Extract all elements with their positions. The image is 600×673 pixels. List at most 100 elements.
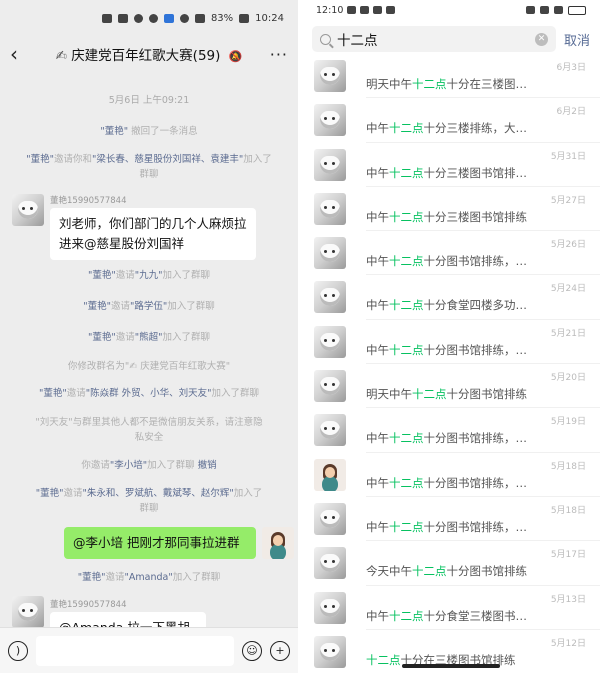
user-link[interactable]: "梁长春、慈星股份刘国祥、袁建丰" — [92, 154, 243, 165]
result-snippet: 中午十二点十分三楼图书馆排练 — [366, 209, 586, 225]
search-result-item[interactable]: 6月2日 中午十二点十分三楼排练，大… — [302, 98, 600, 143]
snippet-text: 十分图书馆排练，… — [423, 519, 528, 534]
snippet-highlight: 十二点 — [389, 254, 424, 269]
message-list[interactable]: 5月6日 上午09:21 "董艳" 撤回了一条消息 "董艳"邀请你和"梁长春、慈… — [0, 80, 298, 628]
sender-name: 董艳15990577844 — [50, 196, 127, 206]
snippet-text: 十分图书馆排练 — [446, 387, 528, 402]
system-text: 加入了群聊 — [162, 270, 211, 281]
avatar[interactable] — [12, 194, 44, 226]
search-results: 6月3日 明天中午十二点十分在三楼图… 6月2日 中午十二点十分三楼排练，大… 5月31… — [302, 54, 600, 673]
user-link[interactable]: "九九" — [135, 270, 163, 281]
message-text: 刘老师，你们部门的几个人麻烦拉 — [59, 216, 247, 231]
snippet-text: 十分三楼图书馆排练 — [423, 209, 528, 224]
more-icon[interactable]: ··· — [248, 45, 288, 64]
avatar — [314, 60, 346, 92]
snippet-text: 中午 — [366, 209, 389, 224]
user-link[interactable]: "董艳" — [83, 301, 111, 312]
search-result-item[interactable]: 5月13日 中午十二点十分食堂三楼图书… — [302, 586, 600, 630]
result-snippet: 今天中午十二点十分图书馆排练 — [366, 563, 586, 579]
message-text: @李小培 把刚才那同事拉进群 — [73, 535, 240, 550]
user-link[interactable]: "Amanda" — [125, 572, 173, 583]
app-icon — [386, 6, 396, 14]
result-date: 5月21日 — [550, 328, 586, 339]
voice-icon[interactable]: ) — [8, 640, 28, 661]
search-result-item[interactable]: 5月21日 中午十二点十分图书馆排练，… — [302, 320, 600, 365]
snippet-text: 十分食堂四楼多功… — [423, 298, 528, 313]
snippet-highlight: 十二点 — [389, 475, 424, 490]
user-link[interactable]: "董艳" — [26, 154, 54, 165]
user-link[interactable]: "董艳" — [78, 572, 106, 583]
snippet-highlight: 十二点 — [389, 209, 424, 224]
system-text: 邀请 — [115, 332, 135, 343]
system-text: 邀请 — [63, 488, 83, 499]
result-date: 6月2日 — [556, 107, 586, 118]
snippet-highlight: 十二点 — [366, 652, 401, 667]
result-snippet: 中午十二点十分图书馆排练，… — [366, 430, 586, 446]
message-text: 进来@慈星股份刘国祥 — [59, 236, 185, 251]
snippet-text: 十分图书馆排练，… — [423, 431, 528, 446]
snippet-text: 十分图书馆排练 — [446, 564, 528, 579]
snippet-highlight: 十二点 — [412, 564, 447, 579]
plus-icon[interactable]: + — [270, 640, 290, 661]
search-result-item[interactable]: 5月24日 中午十二点十分食堂四楼多功… — [302, 275, 600, 320]
message-bubble[interactable]: @Amanda 拉一下黑胡东 — [50, 612, 206, 628]
search-result-item[interactable]: 6月3日 明天中午十二点十分在三楼图… — [302, 54, 600, 99]
user-link[interactable]: "李小培" — [110, 460, 147, 471]
result-snippet: 明天中午十二点十分在三楼图… — [366, 76, 586, 92]
battery-percent: 83% — [210, 12, 234, 24]
system-text: 加入了 — [233, 488, 263, 499]
user-link[interactable]: "董艳" — [36, 488, 64, 499]
sender-name: 董艳15990577844 — [50, 600, 127, 610]
user-link[interactable]: "朱永和、罗斌航、戴斌琴、赵尔辉" — [83, 488, 234, 499]
signal-icon — [117, 13, 128, 23]
search-input[interactable]: 十二点 ✕ — [312, 26, 556, 52]
result-snippet: 中午十二点十分图书馆排练，… — [366, 519, 586, 535]
search-result-item[interactable]: 5月18日 中午十二点十分图书馆排练，… — [302, 453, 600, 497]
search-query[interactable]: 十二点 — [337, 29, 529, 49]
emoji-icon[interactable]: ☺ — [242, 640, 262, 661]
my-avatar[interactable] — [262, 527, 294, 559]
system-text: 邀请你和 — [53, 154, 92, 165]
avatar — [314, 370, 346, 403]
search-result-item[interactable]: 5月19日中午十二点十分图书馆排练，… — [302, 408, 600, 453]
cancel-button[interactable]: 取消 — [564, 30, 590, 49]
system-message: "董艳"邀请"路学伍"加入了群聊 — [0, 299, 298, 314]
search-result-item[interactable]: 5月17日 今天中午十二点十分图书馆排练 — [302, 541, 600, 586]
user-link[interactable]: "熊超" — [135, 332, 163, 343]
avatar — [314, 414, 346, 447]
search-result-item[interactable]: 5月27日中午十二点十分三楼图书馆排练 — [302, 187, 600, 232]
clear-icon[interactable]: ✕ — [534, 32, 548, 46]
user-link[interactable]: "董艳" — [88, 270, 116, 281]
system-text: 加入了群聊 — [167, 301, 215, 312]
system-text: 群聊 — [139, 503, 159, 514]
user-link[interactable]: "陈焱群 外贸、小华、刘天友" — [86, 388, 212, 399]
snippet-highlight: 十二点 — [389, 121, 424, 136]
result-date: 5月27日 — [550, 195, 586, 206]
search-result-item[interactable]: 5月26日 中午十二点十分图书馆排练，… — [302, 231, 600, 276]
avatar — [314, 192, 346, 225]
my-message-bubble[interactable]: @李小培 把刚才那同事拉进群 — [64, 527, 256, 559]
search-result-item[interactable]: 5月31日 中午十二点十分三楼图书馆排… — [302, 143, 600, 187]
back-arrow-icon[interactable]: ‹ — [10, 42, 50, 66]
search-result-item[interactable]: 5月20日 明天中午十二点十分图书馆排练 — [302, 364, 600, 409]
user-link[interactable]: "董艳" — [39, 388, 67, 399]
chat-title: ✍ 庆建党百年红歌大赛(59) 🔕 — [50, 44, 248, 64]
system-message: "董艳"邀请"九九"加入了群聊 — [0, 268, 298, 283]
chat-header: ‹ ✍ 庆建党百年红歌大赛(59) 🔕 ··· — [0, 36, 298, 72]
home-indicator[interactable] — [402, 664, 500, 668]
message-input[interactable] — [36, 635, 234, 666]
user-link[interactable]: "董艳" — [88, 332, 116, 343]
system-text: 撤回了一条消息 — [128, 126, 198, 137]
app-icon — [163, 13, 174, 23]
revoke-link[interactable]: 撤销 — [198, 460, 217, 471]
search-result-item[interactable]: 5月18日 中午十二点十分图书馆排练，… — [302, 497, 600, 542]
snippet-text: 明天中午 — [366, 77, 412, 91]
result-date: 5月18日 — [550, 461, 586, 472]
snippet-highlight: 十二点 — [389, 519, 424, 534]
system-text: "刘天友"与群里其他人都不是微信朋友关系，请注意隐 — [35, 417, 263, 428]
result-date: 5月19日 — [550, 417, 586, 428]
user-link[interactable]: "董艳" — [100, 126, 128, 137]
avatar[interactable] — [12, 596, 44, 628]
user-link[interactable]: "路学伍" — [130, 301, 167, 312]
message-bubble[interactable]: 刘老师，你们部门的几个人麻烦拉 进来@慈星股份刘国祥 — [50, 208, 256, 260]
